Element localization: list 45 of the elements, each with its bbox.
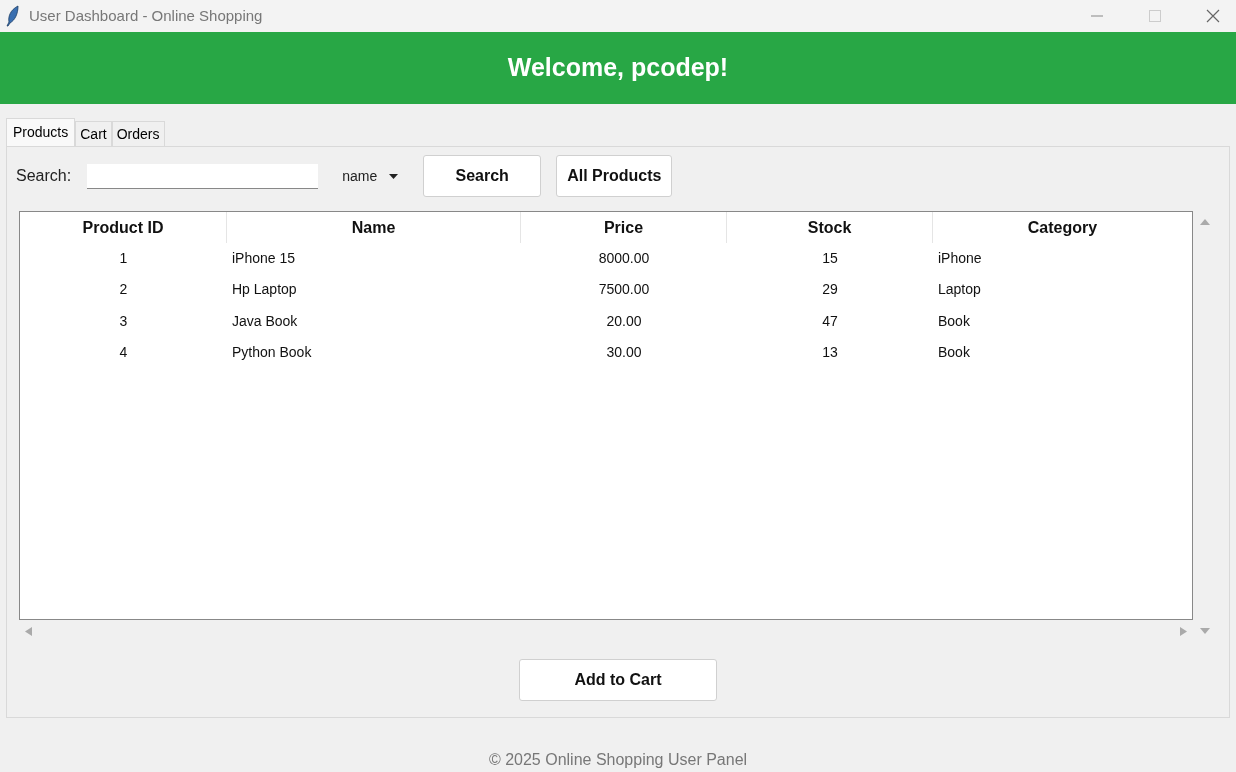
table-cell-text: 2 [118,280,129,300]
field-dropdown[interactable]: name [340,165,401,187]
search-button[interactable]: Search [423,155,542,197]
footer-text: © 2025 Online Shopping User Panel [488,750,748,770]
add-to-cart-button[interactable]: Add to Cart [519,659,717,701]
column-header[interactable]: Category [933,212,1192,243]
tab[interactable]: Products [6,118,76,146]
table-cell-text: iPhone 15 [231,249,297,269]
close-icon[interactable] [1206,9,1220,23]
table-cell-text: 13 [821,343,839,363]
table-cell-text: Hp Laptop [231,280,298,300]
search-field[interactable] [87,163,319,189]
table-cell-text: 8000.00 [597,249,651,269]
table-cell-text: 20.00 [605,311,643,331]
table-cell-text: Java Book [231,311,299,331]
scroll-up-icon[interactable] [1200,219,1210,225]
table-cell-text: 4 [118,343,129,363]
tab[interactable]: Orders [111,121,165,146]
column-header[interactable]: Price [521,212,727,243]
window-title: User Dashboard - Online Shopping [29,5,263,26]
table-cell-text: 7500.00 [597,280,651,300]
table-cell-text: 29 [821,280,839,300]
feather-icon [6,5,20,27]
maximize-icon[interactable] [1149,10,1161,22]
table-cell-text: 3 [118,311,129,331]
table-cell-text: 47 [821,311,839,331]
tab[interactable]: Cart [75,121,112,146]
scroll-down-icon[interactable] [1200,628,1210,634]
search-label: Search: [16,166,72,186]
table-cell-text: Book [937,311,971,331]
scroll-left-icon[interactable] [25,626,32,636]
table-cell-text: iPhone [937,249,983,269]
column-header[interactable]: Product ID [20,212,227,243]
column-header[interactable]: Stock [727,212,933,243]
table-cell-text: Laptop [937,280,982,300]
welcome-text: Welcome, pcodep! [507,52,729,84]
scroll-right-icon[interactable] [1180,626,1187,636]
all-products-button[interactable]: All Products [556,155,673,197]
caret-icon [389,173,399,179]
table-cell-text: Book [937,343,971,363]
table-cell-text: 1 [118,249,129,269]
table-cell-text: 30.00 [605,343,643,363]
table-cell-text: Python Book [231,343,313,363]
table-cell-text: 15 [821,249,839,269]
column-header[interactable]: Name [227,212,521,243]
